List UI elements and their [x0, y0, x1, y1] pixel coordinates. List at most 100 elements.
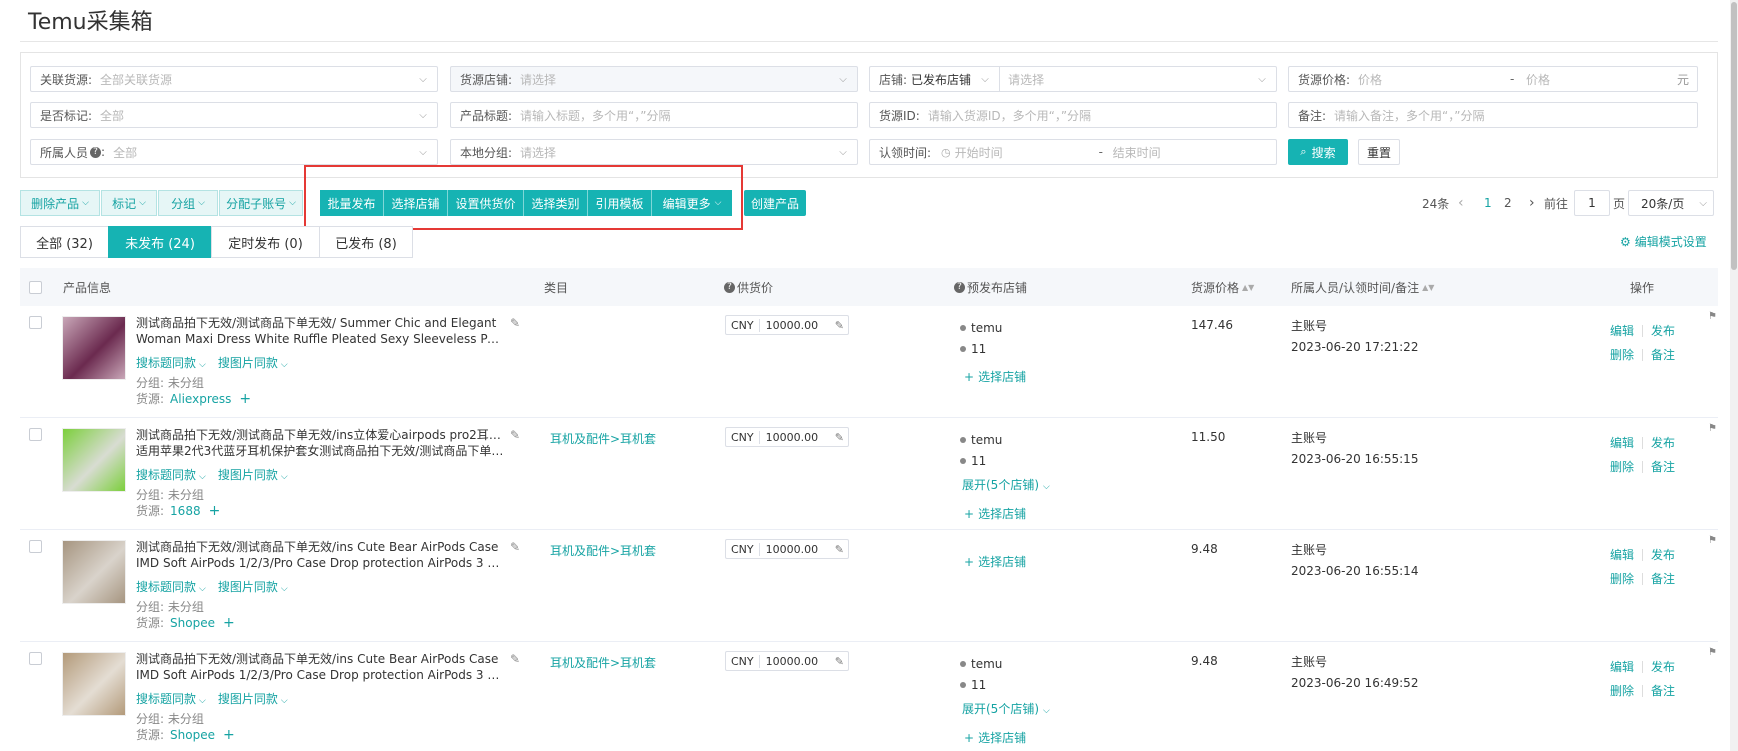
sort-icon[interactable]: ▲▼ [1422, 283, 1434, 292]
search-same-title-link[interactable]: 搜标题同款 ⌵ [136, 466, 206, 483]
supply-price-field[interactable]: CNY 10000.00 ✎ [725, 315, 849, 335]
product-thumbnail[interactable] [62, 316, 126, 380]
remark-link[interactable]: 备注 [1651, 570, 1675, 587]
reset-button[interactable]: 重置 [1358, 139, 1400, 165]
row-checkbox[interactable] [29, 428, 42, 444]
publish-link[interactable]: 发布 [1651, 546, 1675, 563]
plus-icon[interactable]: + [239, 391, 251, 407]
source-id-input[interactable]: 货源ID: 请输入货源ID，多个用“，”分隔 [869, 102, 1277, 128]
edit-link[interactable]: 编辑 [1610, 658, 1634, 675]
plus-icon[interactable]: + [223, 727, 235, 743]
edit-link[interactable]: 编辑 [1610, 322, 1634, 339]
category-link[interactable]: 耳机及配件>耳机套 [550, 430, 656, 447]
supply-price-field[interactable]: CNY 10000.00 ✎ [725, 651, 849, 671]
select-all-checkbox[interactable] [29, 268, 42, 306]
chevron-down-icon[interactable]: ⌵ [977, 74, 993, 85]
tab-scheduled[interactable]: 定时发布 (0) [211, 226, 320, 258]
delete-link[interactable]: 删除 [1610, 682, 1634, 699]
price-max-input[interactable]: 价格 [1522, 71, 1677, 88]
source-link[interactable]: Aliexpress [170, 392, 231, 406]
group-dropdown[interactable]: 分组 ⌵ [158, 190, 218, 216]
remark-link[interactable]: 备注 [1651, 346, 1675, 363]
pencil-icon[interactable]: ✎ [835, 655, 848, 668]
owner-select[interactable]: 所属人员 ? : 全部 ⌵ [30, 139, 438, 165]
search-same-image-link[interactable]: 搜图片同款 ⌵ [218, 466, 288, 483]
category-link[interactable]: 耳机及配件>耳机套 [550, 542, 656, 559]
plus-icon[interactable]: + [223, 615, 235, 631]
prev-page-icon[interactable]: ‹ [1458, 190, 1464, 216]
search-same-title-link[interactable]: 搜标题同款 ⌵ [136, 354, 206, 371]
row-checkbox[interactable] [29, 540, 42, 556]
mark-dropdown[interactable]: 标记 ⌵ [101, 190, 157, 216]
source-store-select[interactable]: 货源店铺: 请选择 ⌵ [450, 66, 858, 92]
price-min-input[interactable]: 价格 [1350, 71, 1510, 88]
expand-stores-link[interactable]: 展开(5个店铺) ⌵ [962, 476, 1050, 493]
pencil-icon[interactable]: ✎ [835, 431, 848, 444]
claim-time-range[interactable]: 认领时间: ◷ 开始时间 - 结束时间 [869, 139, 1277, 165]
header-owner[interactable]: 所属人员/认领时间/备注 ▲▼ [1291, 268, 1434, 306]
scrollbar-thumb[interactable] [1731, 2, 1737, 270]
next-page-icon[interactable]: › [1529, 190, 1535, 216]
pencil-icon[interactable]: ✎ [835, 543, 848, 556]
source-link[interactable]: 1688 [170, 504, 201, 518]
supply-price-field[interactable]: CNY 10000.00 ✎ [725, 427, 849, 447]
category-link[interactable]: 耳机及配件>耳机套 [550, 654, 656, 671]
delete-link[interactable]: 删除 [1610, 458, 1634, 475]
search-same-image-link[interactable]: 搜图片同款 ⌵ [218, 354, 288, 371]
pencil-icon[interactable]: ✎ [510, 540, 520, 554]
product-title[interactable]: 测试商品拍下无效/测试商品下单无效/ Summer Chic and Elega… [136, 315, 506, 347]
source-link[interactable]: Shopee [170, 616, 215, 630]
publish-link[interactable]: 发布 [1651, 322, 1675, 339]
flag-icon[interactable]: ⚑ [1708, 423, 1717, 434]
page-size-select[interactable]: 20条/页 ⌵ [1628, 190, 1714, 216]
store-value[interactable]: 已发布店铺 [907, 71, 971, 88]
search-same-image-link[interactable]: 搜图片同款 ⌵ [218, 578, 288, 595]
create-product-button[interactable]: 创建产品 [744, 190, 806, 216]
pencil-icon[interactable]: ✎ [510, 652, 520, 666]
linked-source-select[interactable]: 关联货源: 全部关联货源 ⌵ [30, 66, 438, 92]
page-2[interactable]: 2 [1504, 190, 1512, 216]
pencil-icon[interactable]: ✎ [510, 316, 520, 330]
is-marked-select[interactable]: 是否标记: 全部 ⌵ [30, 102, 438, 128]
remark-link[interactable]: 备注 [1651, 458, 1675, 475]
edit-mode-settings-link[interactable]: ⚙ 编辑模式设置 [1620, 233, 1707, 250]
product-title-input[interactable]: 产品标题: 请输入标题，多个用“，”分隔 [450, 102, 858, 128]
search-same-title-link[interactable]: 搜标题同款 ⌵ [136, 578, 206, 595]
search-same-title-link[interactable]: 搜标题同款 ⌵ [136, 690, 206, 707]
search-button[interactable]: ⌕ 搜索 [1288, 139, 1348, 165]
product-title[interactable]: 测试商品拍下无效/测试商品下单无效/ins Cute Bear AirPods … [136, 539, 506, 571]
select-store-link[interactable]: + 选择店铺 [964, 729, 1026, 746]
product-thumbnail[interactable] [62, 428, 126, 492]
publish-link[interactable]: 发布 [1651, 658, 1675, 675]
store-placeholder[interactable]: 请选择 [1000, 71, 1254, 88]
product-thumbnail[interactable] [62, 652, 126, 716]
delete-products-dropdown[interactable]: 删除产品 ⌵ [20, 190, 100, 216]
edit-link[interactable]: 编辑 [1610, 546, 1634, 563]
local-group-select[interactable]: 本地分组: 请选择 ⌵ [450, 139, 858, 165]
product-title[interactable]: 测试商品拍下无效/测试商品下单无效/ins立体爱心airpods pro2耳机壳… [136, 427, 506, 459]
product-title[interactable]: 测试商品拍下无效/测试商品下单无效/ins Cute Bear AirPods … [136, 651, 506, 683]
help-icon[interactable]: ? [954, 281, 965, 293]
publish-link[interactable]: 发布 [1651, 434, 1675, 451]
sort-icon[interactable]: ▲▼ [1242, 283, 1254, 292]
remark-link[interactable]: 备注 [1651, 682, 1675, 699]
flag-icon[interactable]: ⚑ [1708, 535, 1717, 546]
plus-icon[interactable]: + [209, 503, 221, 519]
assign-subaccount-dropdown[interactable]: 分配子账号 ⌵ [219, 190, 303, 216]
flag-icon[interactable]: ⚑ [1708, 311, 1717, 322]
supply-price-field[interactable]: CNY 10000.00 ✎ [725, 539, 849, 559]
goto-page-input[interactable]: 1 [1574, 190, 1610, 216]
select-store-link[interactable]: + 选择店铺 [964, 505, 1026, 522]
source-link[interactable]: Shopee [170, 728, 215, 742]
product-thumbnail[interactable] [62, 540, 126, 604]
select-store-link[interactable]: + 选择店铺 [964, 368, 1026, 385]
tab-all[interactable]: 全部 (32) [20, 226, 109, 258]
pencil-icon[interactable]: ✎ [835, 319, 848, 332]
search-same-image-link[interactable]: 搜图片同款 ⌵ [218, 690, 288, 707]
edit-link[interactable]: 编辑 [1610, 434, 1634, 451]
pencil-icon[interactable]: ✎ [510, 428, 520, 442]
flag-icon[interactable]: ⚑ [1708, 647, 1717, 658]
expand-stores-link[interactable]: 展开(5个店铺) ⌵ [962, 700, 1050, 717]
tab-published[interactable]: 已发布 (8) [319, 226, 413, 258]
page-1[interactable]: 1 [1484, 190, 1492, 216]
